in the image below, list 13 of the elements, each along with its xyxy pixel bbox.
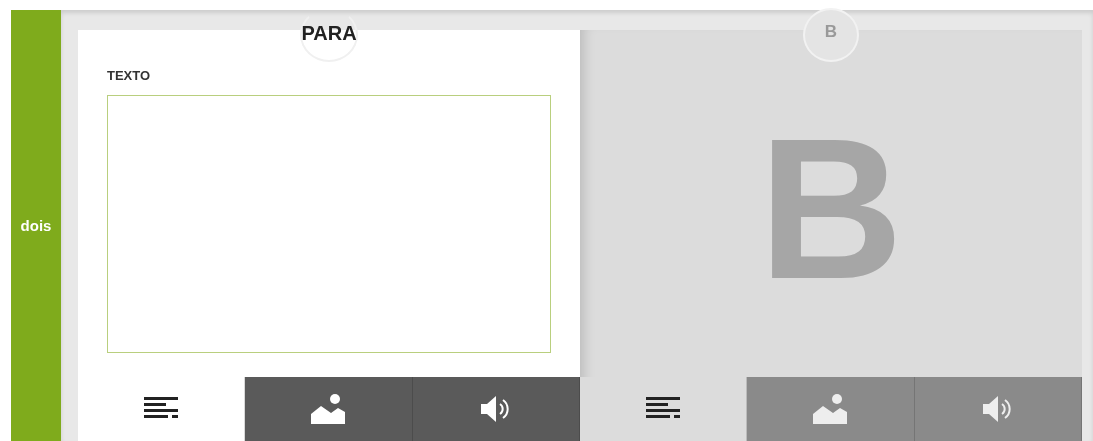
text-lines-icon <box>646 397 681 421</box>
text-lines-icon <box>144 397 179 421</box>
text-input-field[interactable] <box>107 95 551 353</box>
side-label: dois <box>20 217 52 234</box>
speaker-icon <box>982 395 1013 423</box>
media-tab[interactable] <box>412 377 580 441</box>
landscape-icon <box>311 394 346 424</box>
field-label: TEXTO <box>107 68 152 83</box>
media-tab[interactable] <box>245 377 413 441</box>
speaker-icon <box>480 395 511 423</box>
media-tab[interactable] <box>580 377 748 441</box>
landscape-icon <box>813 394 848 424</box>
card-title-badge: B <box>803 8 859 62</box>
